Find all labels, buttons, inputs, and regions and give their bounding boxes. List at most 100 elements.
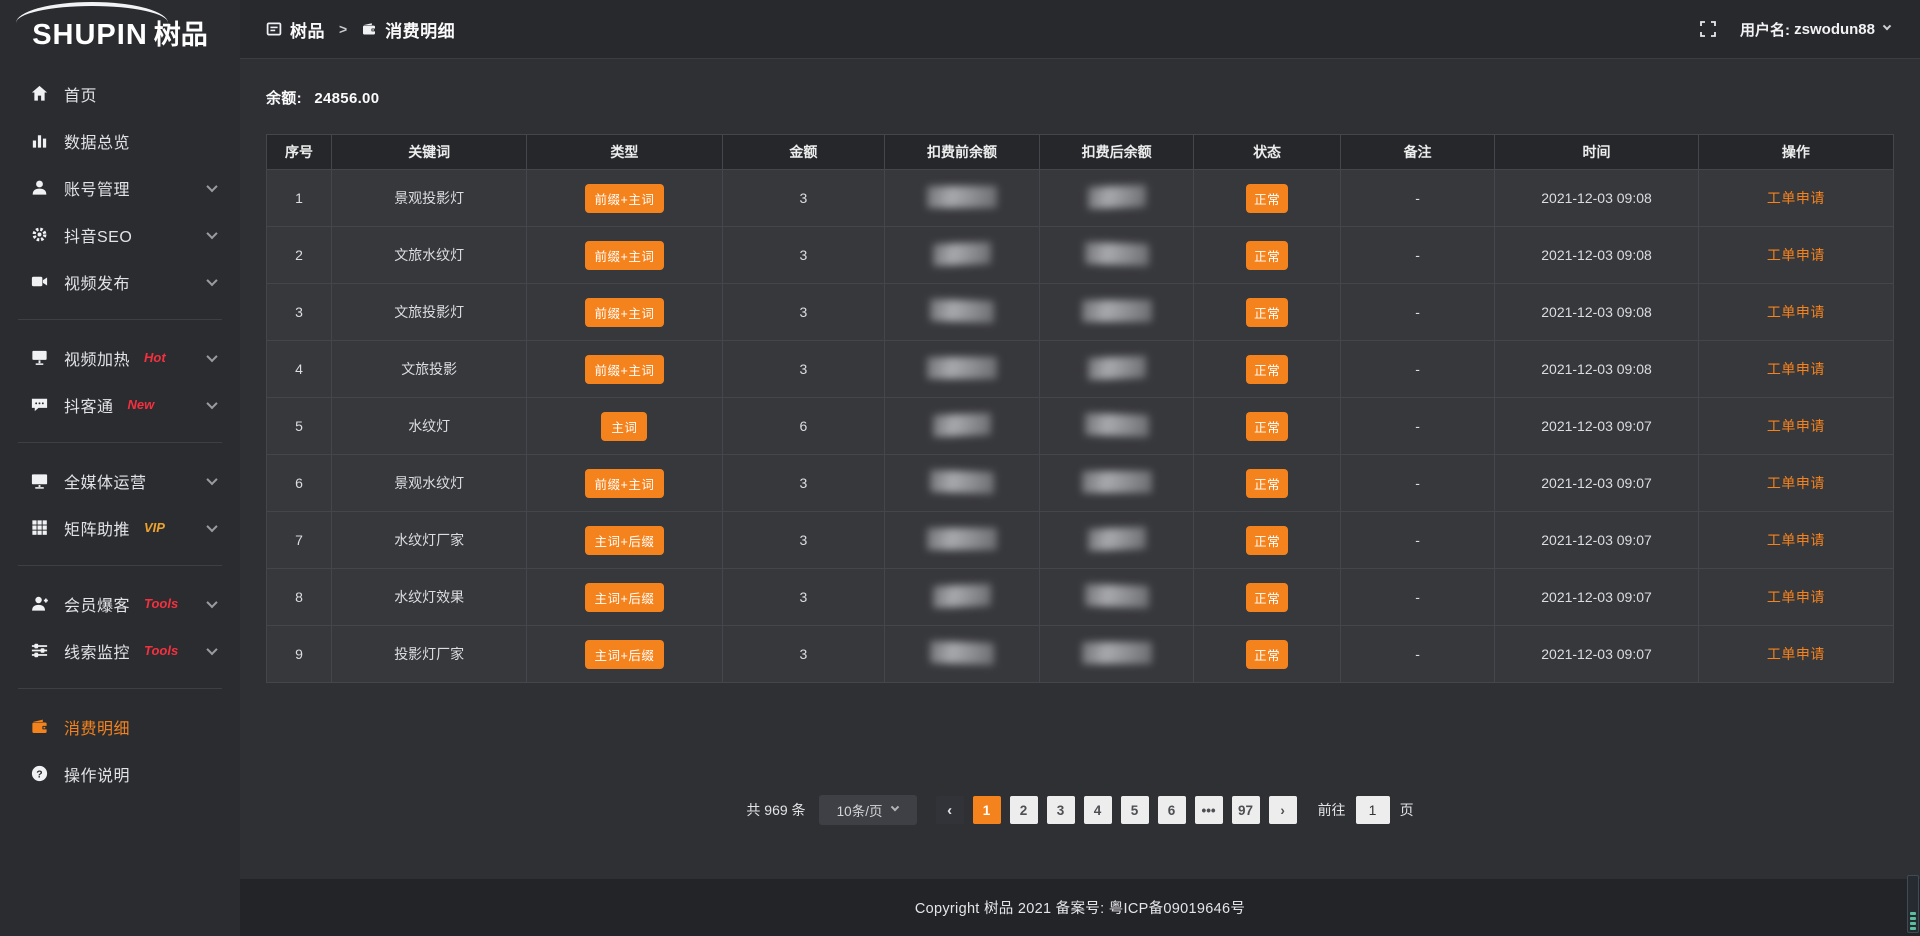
sidebar-item-consumption-detail[interactable]: 消费明细 (0, 703, 240, 750)
sliders-icon (30, 641, 49, 660)
fullscreen-icon[interactable] (1698, 19, 1718, 39)
pagination: 共 969 条 10条/页 ‹123456•••97› 前往 页 (266, 795, 1894, 825)
status-badge: 正常 (1246, 526, 1288, 555)
redacted-value (933, 241, 991, 265)
sidebar-item-member-burst[interactable]: 会员爆客Tools (0, 580, 240, 627)
user-icon (30, 178, 49, 197)
page-button[interactable]: 5 (1121, 796, 1149, 824)
sidebar-item-douyin-seo[interactable]: 抖音SEO (0, 211, 240, 258)
redacted-value (933, 412, 991, 436)
page-button[interactable]: 97 (1232, 796, 1260, 824)
chevron-down-icon (206, 596, 217, 607)
cell-status: 正常 (1194, 227, 1340, 284)
more-pages-button[interactable]: ••• (1195, 796, 1223, 824)
sidebar-item-label: 消费明细 (64, 715, 130, 739)
page-button[interactable]: 2 (1010, 796, 1038, 824)
sidebar-item-operation-guide[interactable]: ? 操作说明 (0, 750, 240, 797)
redacted-value (1082, 642, 1152, 664)
cell-time: 2021-12-03 09:07 (1495, 398, 1698, 455)
cell-amount: 3 (722, 284, 885, 341)
status-badge: 正常 (1246, 583, 1288, 612)
page-button[interactable]: 6 (1158, 796, 1186, 824)
work-order-link[interactable]: 工单申请 (1767, 475, 1825, 491)
type-badge: 前缀+主词 (585, 355, 665, 384)
type-badge: 前缀+主词 (585, 241, 665, 270)
cell-note: - (1340, 227, 1495, 284)
sidebar-item-douketong[interactable]: 抖客通New (0, 381, 240, 428)
sidebar-item-tag: Tools (144, 643, 178, 658)
sidebar-item-video-publish[interactable]: 视频发布 (0, 258, 240, 305)
cell-balance-after (1039, 227, 1194, 284)
prev-page-button[interactable]: ‹ (936, 796, 964, 824)
cell-note: - (1340, 170, 1495, 227)
page-button[interactable]: 1 (973, 796, 1001, 824)
sidebar-item-video-heating[interactable]: 视频加热Hot (0, 334, 240, 381)
sidebar: SHUPIN 树品 首页数据总览账号管理抖音SEO视频发布视频加热Hot抖客通N… (0, 0, 240, 936)
chat-icon (30, 395, 49, 414)
sidebar-item-lead-monitoring[interactable]: 线索监控Tools (0, 627, 240, 674)
work-order-link[interactable]: 工单申请 (1767, 190, 1825, 206)
cell-type: 主词+后缀 (527, 512, 722, 569)
cell-action: 工单申请 (1698, 626, 1893, 683)
chevron-down-icon (206, 180, 217, 191)
goto-page-input[interactable] (1356, 796, 1390, 824)
pagination-goto: 前往 页 (1318, 796, 1414, 824)
main-area: 树品>消费明细 用户名: zswodun88 余额: 24856.00 (240, 0, 1920, 936)
cell-note: - (1340, 512, 1495, 569)
cell-action: 工单申请 (1698, 569, 1893, 626)
content: 余额: 24856.00 序号关键词类型金额扣费前余额扣费后余额状态备注时间操作… (240, 59, 1920, 879)
page-size-value: 10条/页 (837, 800, 883, 820)
cell-index: 1 (267, 170, 332, 227)
page-size-select[interactable]: 10条/页 (819, 795, 917, 825)
status-badge: 正常 (1246, 184, 1288, 213)
cell-amount: 3 (722, 227, 885, 284)
sidebar-item-account-management[interactable]: 账号管理 (0, 164, 240, 211)
type-badge: 前缀+主词 (585, 298, 665, 327)
table-row: 7水纹灯厂家主词+后缀3正常-2021-12-03 09:07工单申请 (267, 512, 1894, 569)
chevron-down-icon (1883, 22, 1891, 30)
chevron-down-icon (206, 397, 217, 408)
pagination-pages: ‹ 123456 ••• 97 › (926, 796, 1297, 824)
work-order-link[interactable]: 工单申请 (1767, 361, 1825, 377)
cell-time: 2021-12-03 09:08 (1495, 284, 1698, 341)
breadcrumb-item[interactable]: 树品 (266, 17, 325, 42)
sidebar-item-matrix-boost[interactable]: 矩阵助推VIP (0, 504, 240, 551)
work-order-link[interactable]: 工单申请 (1767, 589, 1825, 605)
work-order-link[interactable]: 工单申请 (1767, 304, 1825, 320)
page-button[interactable]: 4 (1084, 796, 1112, 824)
cell-status: 正常 (1194, 284, 1340, 341)
sidebar-item-home[interactable]: 首页 (0, 70, 240, 117)
next-page-button[interactable]: › (1269, 796, 1297, 824)
breadcrumb-item[interactable]: 消费明细 (361, 17, 455, 42)
work-order-link[interactable]: 工单申请 (1767, 532, 1825, 548)
user-plus-icon (30, 594, 49, 613)
cell-status: 正常 (1194, 569, 1340, 626)
redacted-value (1085, 412, 1149, 436)
svg-text:?: ? (36, 769, 42, 780)
work-order-link[interactable]: 工单申请 (1767, 418, 1825, 434)
cell-time: 2021-12-03 09:07 (1495, 512, 1698, 569)
cell-index: 4 (267, 341, 332, 398)
page-button[interactable]: 3 (1047, 796, 1075, 824)
chevron-down-icon (206, 643, 217, 654)
gear-icon (30, 225, 49, 244)
cell-balance-before (885, 512, 1040, 569)
cell-index: 6 (267, 455, 332, 512)
table-header-row: 序号关键词类型金额扣费前余额扣费后余额状态备注时间操作 (267, 135, 1894, 170)
home-icon (30, 84, 49, 103)
cell-balance-before (885, 170, 1040, 227)
sidebar-item-label: 操作说明 (64, 762, 130, 786)
user-menu[interactable]: 用户名: zswodun88 (1740, 19, 1890, 40)
sidebar-item-data-overview[interactable]: 数据总览 (0, 117, 240, 164)
cell-index: 3 (267, 284, 332, 341)
breadcrumb-label: 树品 (290, 17, 325, 42)
table-row: 2文旅水纹灯前缀+主词3正常-2021-12-03 09:08工单申请 (267, 227, 1894, 284)
type-badge: 前缀+主词 (585, 184, 665, 213)
scrollbar-widget[interactable] (1907, 875, 1919, 933)
sidebar-item-label: 矩阵助推 (64, 516, 130, 540)
cell-note: - (1340, 341, 1495, 398)
work-order-link[interactable]: 工单申请 (1767, 646, 1825, 662)
sidebar-item-all-media-operation[interactable]: 全媒体运营 (0, 457, 240, 504)
column-header: 操作 (1698, 135, 1893, 170)
work-order-link[interactable]: 工单申请 (1767, 247, 1825, 263)
